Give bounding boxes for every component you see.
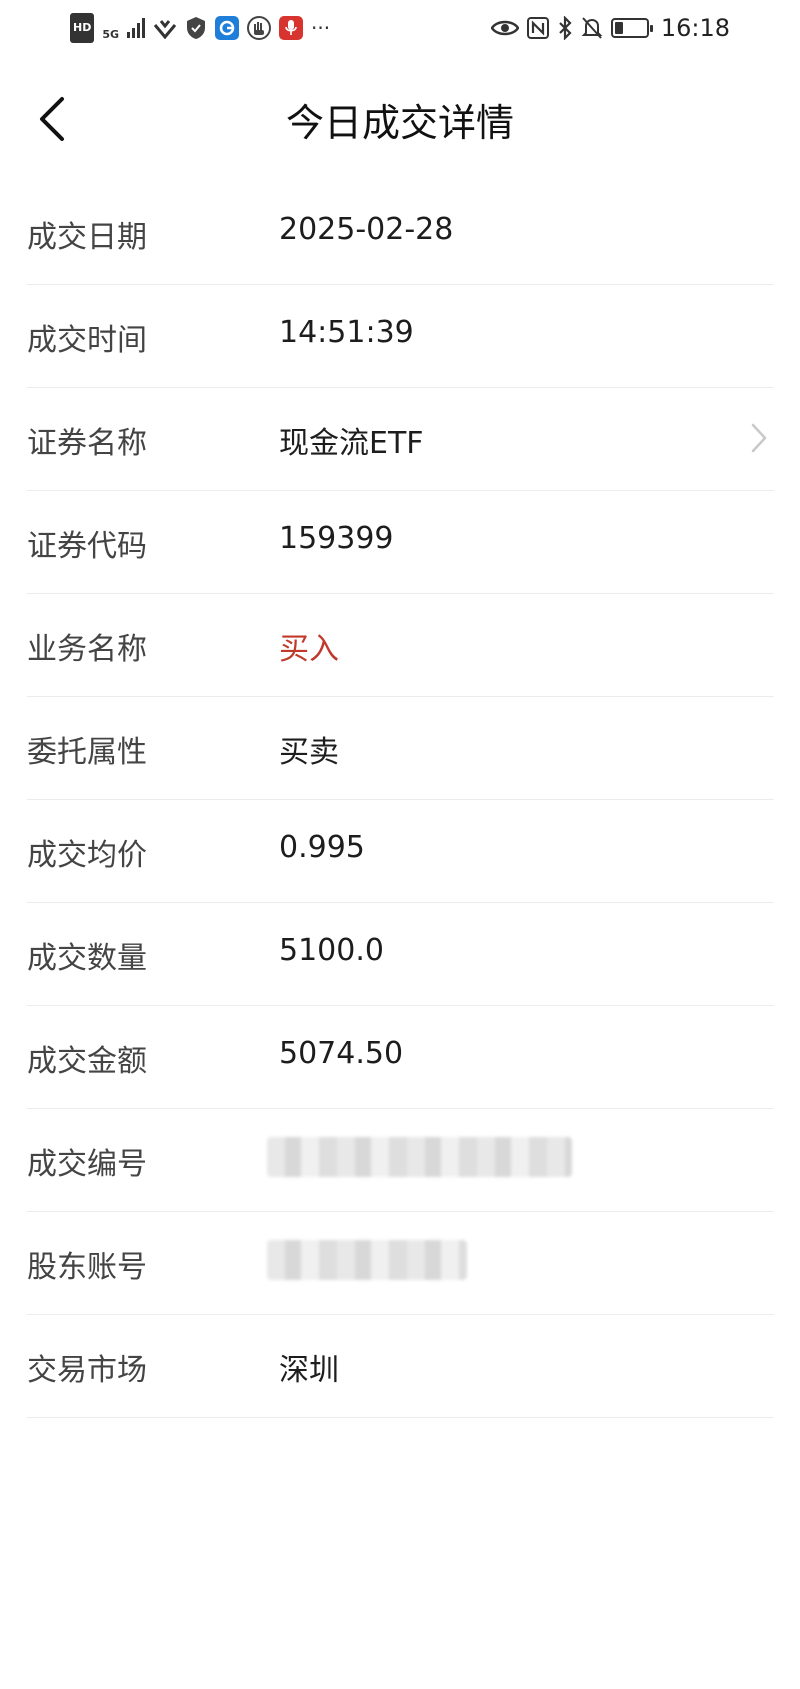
row-label: 交易市场	[27, 1353, 147, 1388]
page-title: 今日成交详情	[285, 101, 514, 145]
nfc-icon	[526, 15, 549, 41]
status-bar: HD 5G ··· 16:18	[0, 0, 800, 56]
network-type: 5G	[102, 27, 120, 41]
detail-row-business-name: 业务名称 买入	[27, 594, 774, 697]
detail-row-security-code: 证券代码 159399	[27, 491, 774, 594]
row-value-buy: 买入	[279, 632, 339, 667]
detail-row-quantity: 成交数量 5100.0	[27, 903, 774, 1006]
row-label: 证券名称	[27, 426, 147, 461]
hand-icon	[247, 16, 272, 40]
status-right: 16:18	[490, 14, 730, 42]
row-label: 成交编号	[27, 1147, 147, 1182]
row-label: 成交金额	[27, 1044, 147, 1079]
battery-icon	[610, 18, 653, 38]
detail-row-market: 交易市场 深圳	[27, 1315, 774, 1418]
redacted-value	[267, 1137, 572, 1177]
row-value: 买卖	[279, 735, 339, 770]
row-label: 成交时间	[27, 323, 147, 358]
row-label: 委托属性	[27, 735, 147, 770]
mic-icon	[279, 16, 304, 40]
row-value: 5074.50	[279, 1036, 404, 1071]
signal-icon	[127, 15, 146, 41]
app-icon	[215, 16, 240, 40]
bluetooth-icon	[557, 15, 573, 41]
row-value: 5100.0	[279, 933, 384, 968]
detail-row-shareholder-account: 股东账号	[27, 1212, 774, 1315]
detail-row-trade-time: 成交时间 14:51:39	[27, 285, 774, 388]
shield-icon	[185, 15, 207, 41]
row-value: 2025-02-28	[279, 212, 454, 247]
status-time: 16:18	[660, 14, 730, 42]
row-value: 0.995	[279, 830, 365, 865]
detail-row-order-attribute: 委托属性 买卖	[27, 697, 774, 800]
row-value: 深圳	[279, 1353, 339, 1388]
detail-row-amount: 成交金额 5074.50	[27, 1006, 774, 1109]
row-label: 成交均价	[27, 838, 147, 873]
row-value: 159399	[279, 521, 394, 556]
status-left: HD 5G ···	[70, 9, 330, 47]
wifi-icon	[153, 15, 177, 41]
header: 今日成交详情	[0, 64, 800, 174]
more-indicator: ···	[311, 16, 331, 40]
row-label: 业务名称	[27, 632, 147, 667]
mute-bell-icon	[581, 15, 603, 41]
hd-badge: HD	[70, 13, 95, 43]
row-label: 股东账号	[27, 1250, 147, 1285]
row-label: 证券代码	[27, 529, 147, 564]
row-value: 14:51:39	[279, 315, 414, 350]
row-label: 成交数量	[27, 941, 147, 976]
detail-row-trade-number: 成交编号	[27, 1109, 774, 1212]
detail-row-security-name[interactable]: 证券名称 现金流ETF	[27, 388, 774, 491]
row-value: 现金流ETF	[279, 426, 424, 461]
detail-row-avg-price: 成交均价 0.995	[27, 800, 774, 903]
eye-icon	[490, 15, 519, 41]
battery-level	[614, 22, 623, 34]
redacted-value	[267, 1240, 467, 1280]
detail-row-trade-date: 成交日期 2025-02-28	[27, 182, 774, 285]
chevron-right-icon[interactable]	[744, 418, 774, 458]
row-label: 成交日期	[27, 220, 147, 255]
detail-list: 成交日期 2025-02-28 成交时间 14:51:39 证券名称 现金流ET…	[27, 182, 774, 1418]
